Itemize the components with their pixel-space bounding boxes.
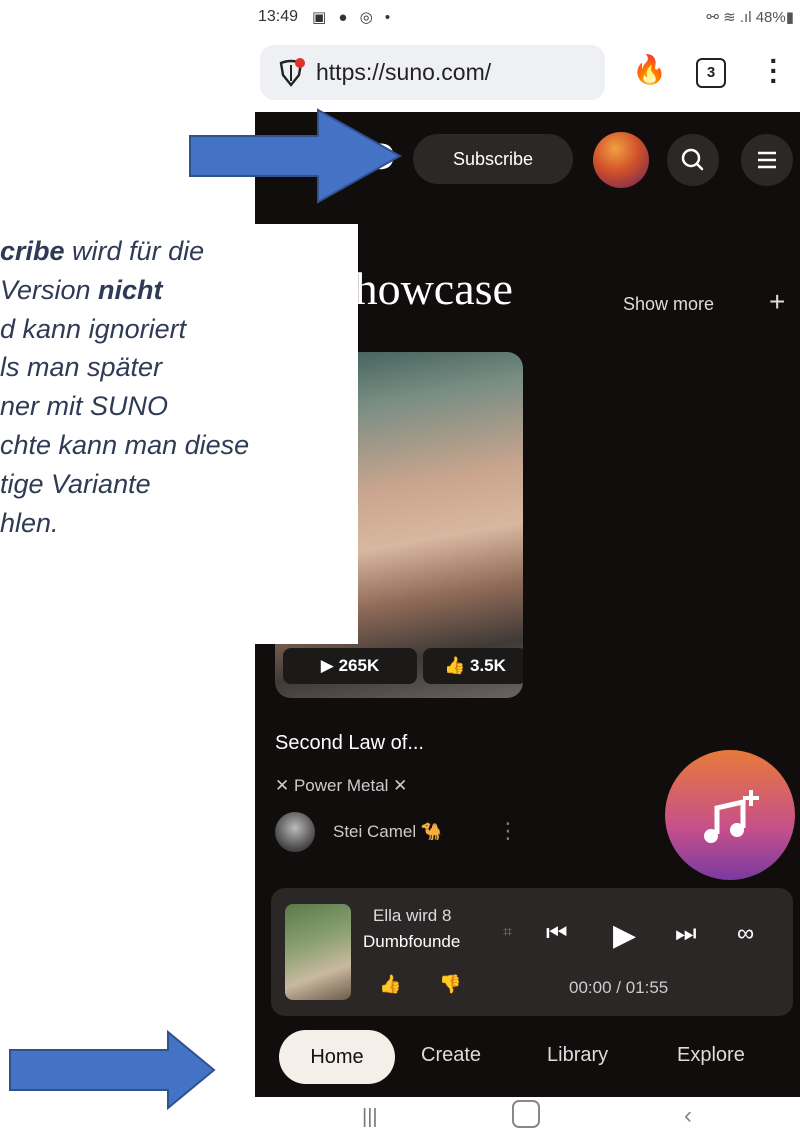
status-right: ⚯ ≋ .ıl 48%▮ xyxy=(706,8,794,26)
nav-create[interactable]: Create xyxy=(421,1044,481,1067)
like-count-badge: 👍 3.5K xyxy=(423,648,523,684)
next-track-button[interactable]: ⏭ xyxy=(675,920,697,948)
arrow-to-subscribe-icon xyxy=(189,108,403,204)
nav-home[interactable]: Home xyxy=(279,1030,395,1084)
battery-icon: ▮ xyxy=(785,9,794,26)
song-genre: ✕ Power Metal ✕ xyxy=(275,776,408,795)
status-bar: 13:49 ▣ ● ◎ • ⚯ ≋ .ıl 48%▮ xyxy=(258,4,800,34)
annotation-line-1: wird für die xyxy=(64,236,205,266)
home-button[interactable] xyxy=(512,1100,540,1128)
more-options-icon[interactable]: ⋮ xyxy=(497,818,519,844)
annotation-line-7: tige Variante xyxy=(0,468,151,499)
nav-explore[interactable]: Explore xyxy=(677,1044,745,1067)
signal-icon: ⚯ ≋ .ıl xyxy=(706,9,756,26)
search-button[interactable] xyxy=(667,134,719,186)
menu-button[interactable] xyxy=(741,134,793,186)
fire-icon[interactable]: 🔥 xyxy=(632,53,667,86)
player-time: 00:00 / 01:55 xyxy=(569,978,669,997)
browser-menu-icon[interactable]: · · · xyxy=(764,47,784,95)
annotation-line-2-bold: nicht xyxy=(98,274,163,305)
play-button[interactable]: ▶ xyxy=(613,918,636,953)
recent-apps-button[interactable]: ||| xyxy=(362,1106,378,1129)
loop-icon[interactable]: ∞ xyxy=(737,920,754,948)
annotation-line-8: hlen. xyxy=(0,507,59,538)
play-count-badge: ▶ 265K xyxy=(283,648,417,684)
nav-library[interactable]: Library xyxy=(547,1044,608,1067)
plus-icon[interactable]: + xyxy=(769,286,785,318)
notification-icons: ▣ ● ◎ • xyxy=(312,9,395,26)
music-note-plus-icon xyxy=(704,790,759,843)
user-avatar[interactable] xyxy=(593,132,649,188)
tab-switcher-button[interactable]: 3 xyxy=(696,58,726,88)
battery-level: 48% xyxy=(755,9,786,26)
annotation-line-3: d kann ignoriert xyxy=(0,313,187,344)
player-cover-art[interactable] xyxy=(285,904,351,1000)
annotation-text: cribe wird für die Version nicht d kann … xyxy=(0,232,352,542)
thumbs-down-icon[interactable]: 👎 xyxy=(439,974,461,995)
address-bar[interactable]: https://suno.com/ xyxy=(260,45,605,100)
search-icon xyxy=(681,148,704,171)
player-track-subtitle: Dumbfounde xyxy=(363,932,461,951)
previous-track-button[interactable]: ⏮ xyxy=(546,920,568,948)
artist-name[interactable]: Stei Camel 🐪 xyxy=(333,822,442,842)
crop-icon[interactable]: ⌗ xyxy=(503,924,512,942)
annotation-line-6: chte kann man diese xyxy=(0,429,250,460)
annotation-line-4: ls man später xyxy=(0,352,163,383)
arrow-to-home-icon xyxy=(9,1030,216,1110)
thumbs-up-icon[interactable]: 👍 xyxy=(379,974,401,995)
hamburger-icon xyxy=(758,151,776,169)
create-song-fab[interactable] xyxy=(665,750,795,880)
annotation-line-1-bold: cribe xyxy=(0,236,65,266)
annotation-line-2: Version xyxy=(0,274,99,305)
mini-player[interactable]: Ella wird 8 Dumbfounde ⌗ ⏮ ▶ ⏭ ∞ 👍 👎 00:… xyxy=(271,888,793,1016)
back-button[interactable]: ‹ xyxy=(684,1102,692,1130)
brave-shield-icon[interactable] xyxy=(276,57,306,87)
artist-avatar[interactable] xyxy=(275,812,315,852)
player-track-title: Ella wird 8 xyxy=(373,906,452,925)
song-title[interactable]: Second Law of... xyxy=(275,732,424,755)
subscribe-button[interactable]: Subscribe xyxy=(413,134,573,184)
status-time: 13:49 xyxy=(258,8,299,25)
show-more-link[interactable]: Show more xyxy=(623,294,714,315)
annotation-line-5: ner mit SUNO xyxy=(0,391,169,422)
url-text[interactable]: https://suno.com/ xyxy=(316,59,491,86)
